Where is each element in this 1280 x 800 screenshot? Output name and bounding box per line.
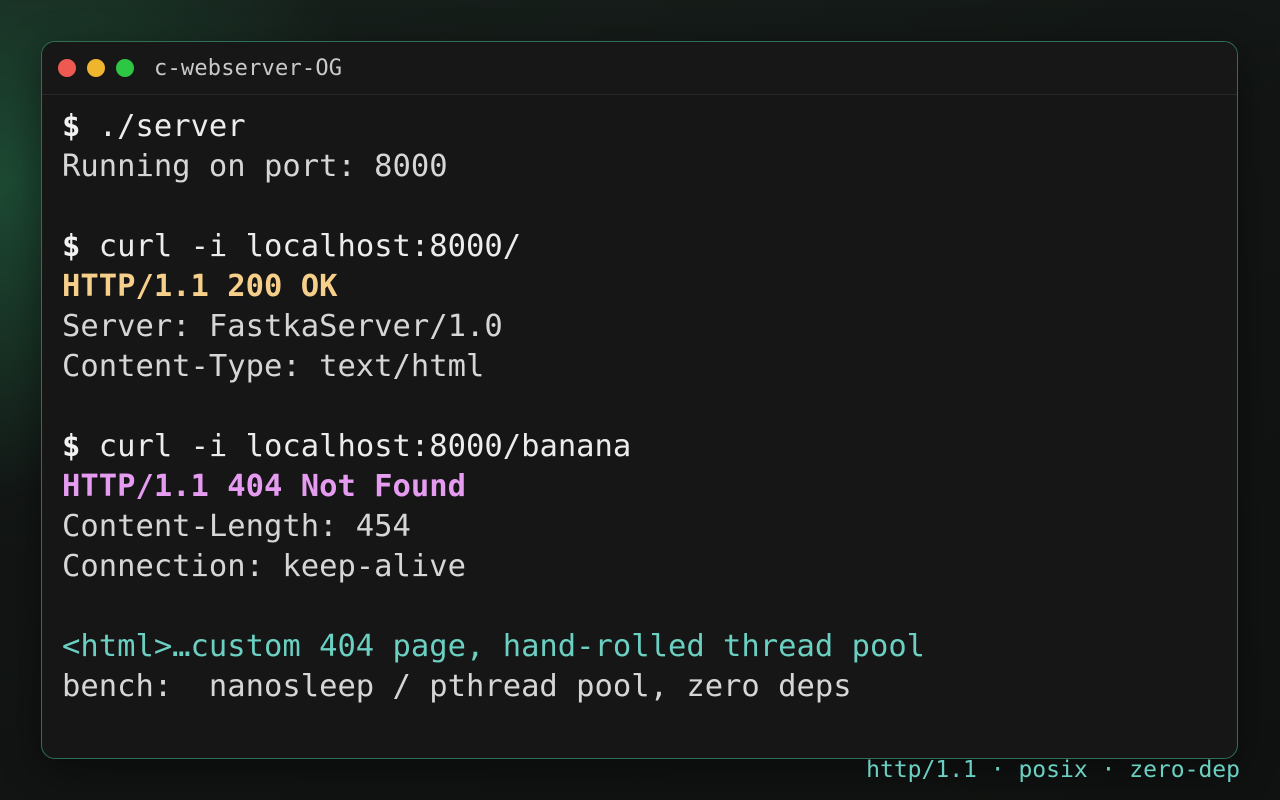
terminal-output[interactable]: $ ./server Running on port: 8000 $ curl …	[42, 95, 1237, 707]
command-line: $ ./server	[62, 107, 1237, 147]
command-line: $ curl -i localhost:8000/	[62, 227, 1237, 267]
command-line: $ curl -i localhost:8000/banana	[62, 427, 1237, 467]
footer-tagline: http/1.1 · posix · zero-dep	[866, 757, 1240, 783]
command-text: curl -i localhost:8000/banana	[98, 429, 632, 464]
window-title: c-webserver-OG	[154, 55, 343, 81]
response-header: Server: FastkaServer/1.0	[62, 309, 503, 344]
command-text: ./server	[98, 109, 246, 144]
output-line: Running on port: 8000	[62, 149, 448, 184]
response-header: Connection: keep-alive	[62, 549, 466, 584]
maximize-window-button[interactable]	[116, 59, 134, 77]
command-text: curl -i localhost:8000/	[98, 229, 522, 264]
prompt-symbol: $	[62, 229, 81, 264]
titlebar: c-webserver-OG	[42, 42, 1237, 95]
bench-line: bench: nanosleep / pthread pool, zero de…	[62, 669, 852, 704]
terminal-window: c-webserver-OG $ ./server Running on por…	[41, 41, 1238, 759]
close-window-button[interactable]	[58, 59, 76, 77]
http-status-ok: HTTP/1.1 200 OK	[62, 269, 338, 304]
prompt-symbol: $	[62, 109, 81, 144]
minimize-window-button[interactable]	[87, 59, 105, 77]
http-status-not-found: HTTP/1.1 404 Not Found	[62, 469, 466, 504]
html-body-line: <html>…custom 404 page, hand-rolled thre…	[62, 629, 926, 664]
response-header: Content-Length: 454	[62, 509, 411, 544]
response-header: Content-Type: text/html	[62, 349, 485, 384]
prompt-symbol: $	[62, 429, 81, 464]
